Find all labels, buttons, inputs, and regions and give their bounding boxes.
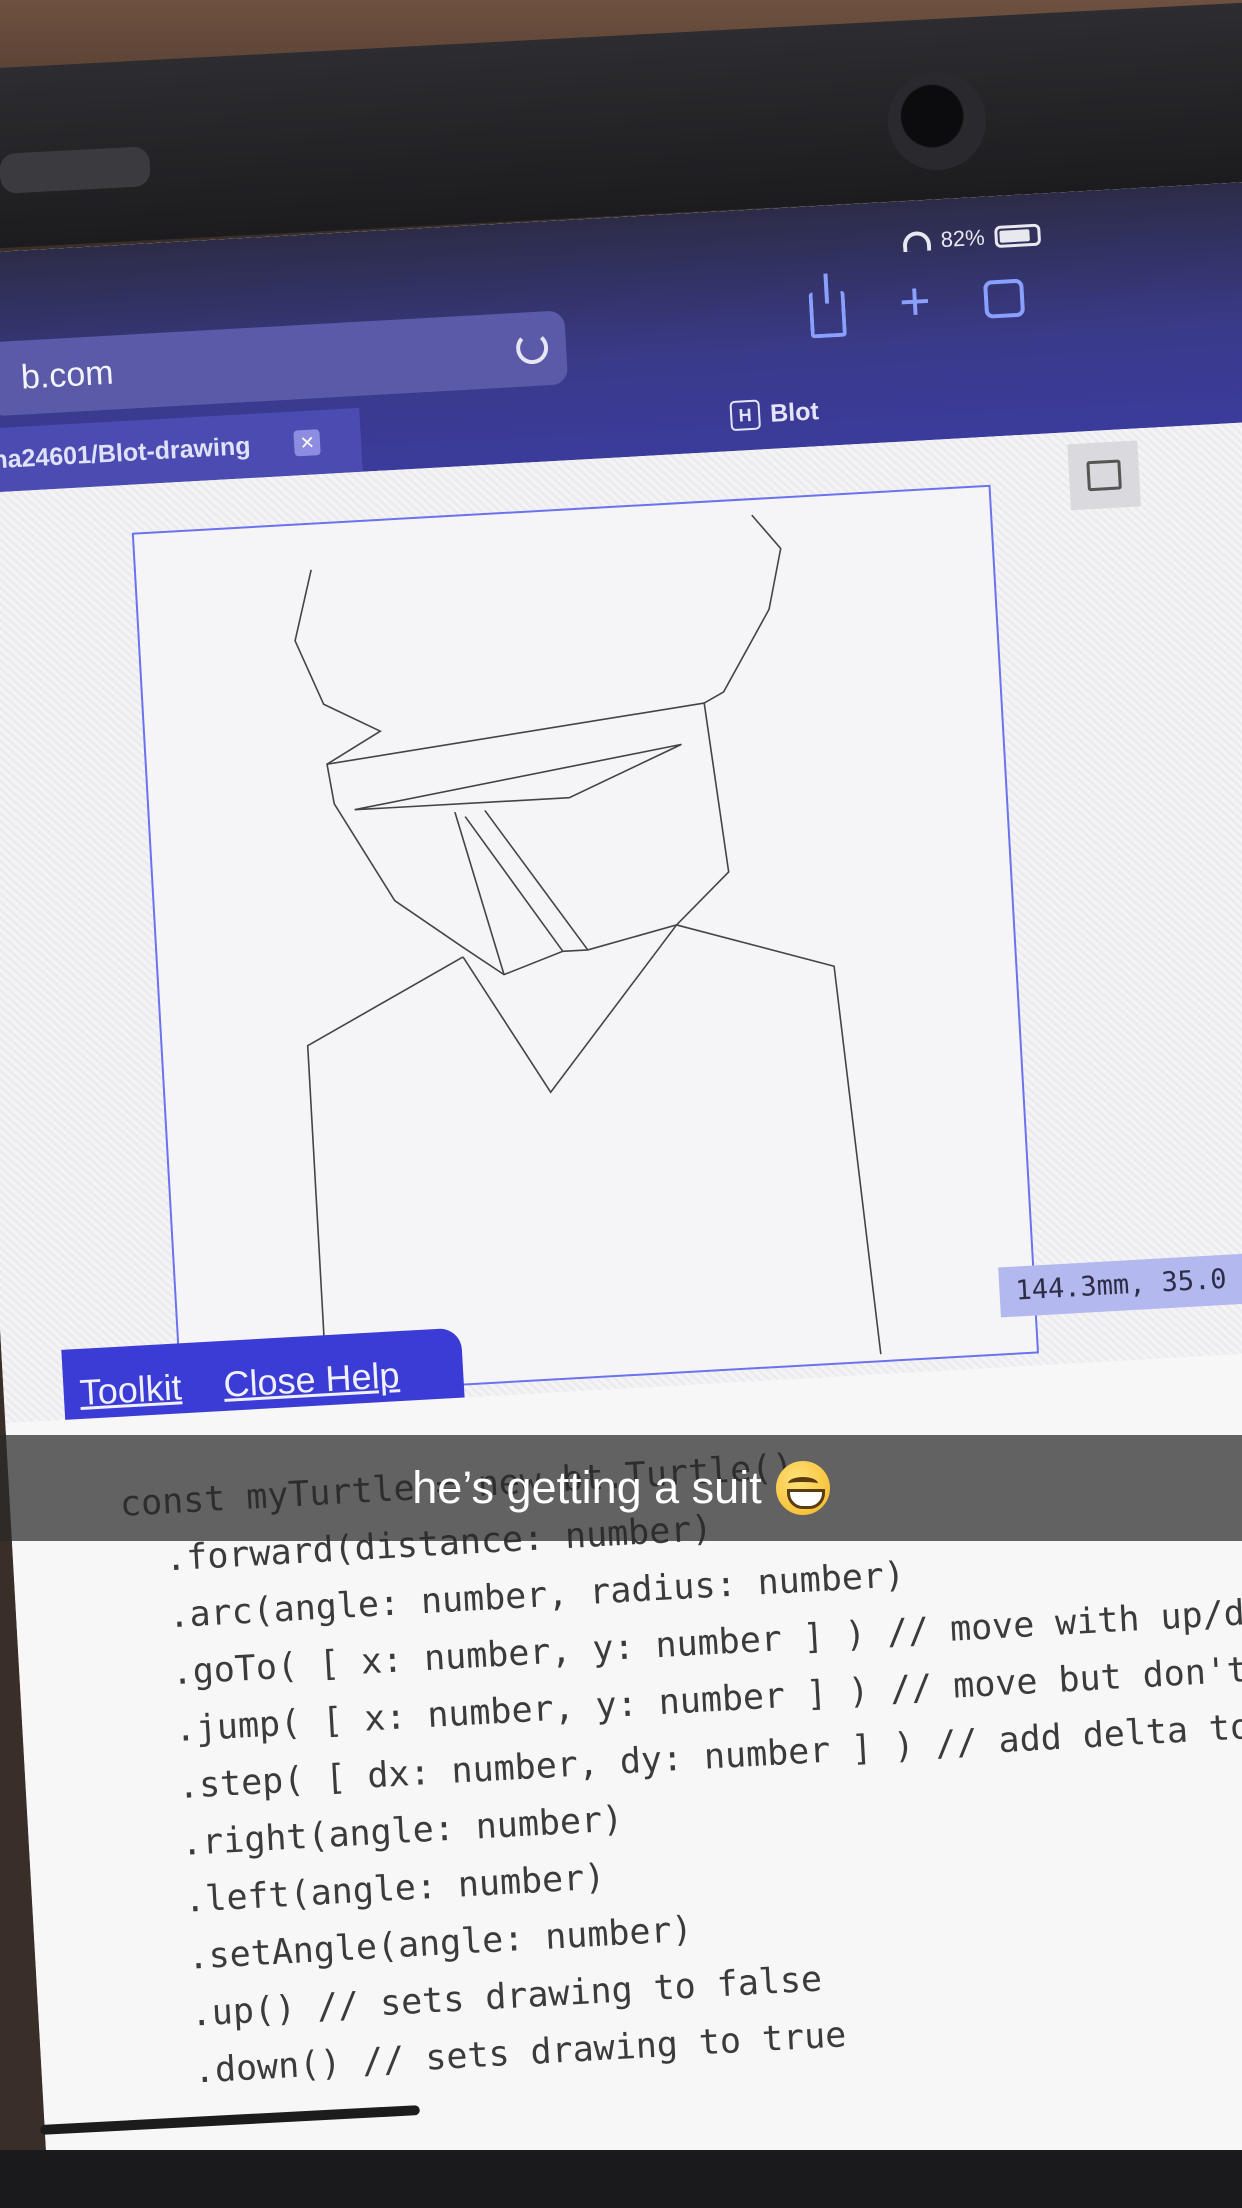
fullscreen-icon — [1086, 459, 1122, 492]
tablet-case-slot — [0, 146, 151, 194]
visor-middle-bar — [464, 816, 564, 952]
visor — [354, 743, 682, 811]
grinning-emoji-icon — [775, 1461, 830, 1515]
address-text: b.com — [19, 353, 115, 397]
blot-favicon-icon: H — [729, 399, 762, 432]
suit-left — [306, 956, 464, 1386]
close-icon[interactable]: ✕ — [293, 429, 322, 457]
turtle-drawing — [294, 514, 882, 1386]
drawing-canvas[interactable] — [131, 484, 1040, 1402]
visor-left-bar — [454, 811, 505, 975]
new-tab-icon[interactable]: + — [897, 270, 932, 334]
tablet-case-bottom — [0, 2150, 1242, 2208]
tab-label: iana24601/Blot-drawing — [0, 431, 252, 476]
camera-cutout — [888, 72, 986, 170]
tab-blot[interactable]: H Blot — [729, 396, 820, 432]
tab-overview-icon[interactable] — [983, 278, 1026, 319]
blot-workspace: 144.3mm, 35.0 Toolkit Close Help — [0, 417, 1242, 1438]
battery-icon — [994, 223, 1042, 249]
toolkit-link[interactable]: Toolkit — [79, 1366, 183, 1414]
visor-right-bar — [484, 809, 589, 951]
share-icon[interactable] — [808, 290, 847, 339]
status-bar: 82% — [902, 222, 1042, 256]
snap-caption: he’s getting a suit — [0, 1435, 1242, 1541]
right-horn — [703, 514, 782, 704]
close-help-link[interactable]: Close Help — [222, 1354, 400, 1406]
helmet — [326, 702, 730, 976]
suit-right — [676, 924, 882, 1355]
fullscreen-button[interactable] — [1067, 440, 1141, 511]
left-horn — [294, 569, 382, 765]
caption-text: he’s getting a suit — [412, 1462, 762, 1513]
tab-label: Blot — [769, 396, 820, 428]
reload-icon[interactable] — [515, 331, 549, 365]
tablet-screen: 82% b.com + iana24601/Blot-drawing ✕ H B… — [0, 177, 1242, 2208]
battery-percent: 82% — [939, 224, 986, 253]
wifi-icon — [902, 230, 932, 253]
